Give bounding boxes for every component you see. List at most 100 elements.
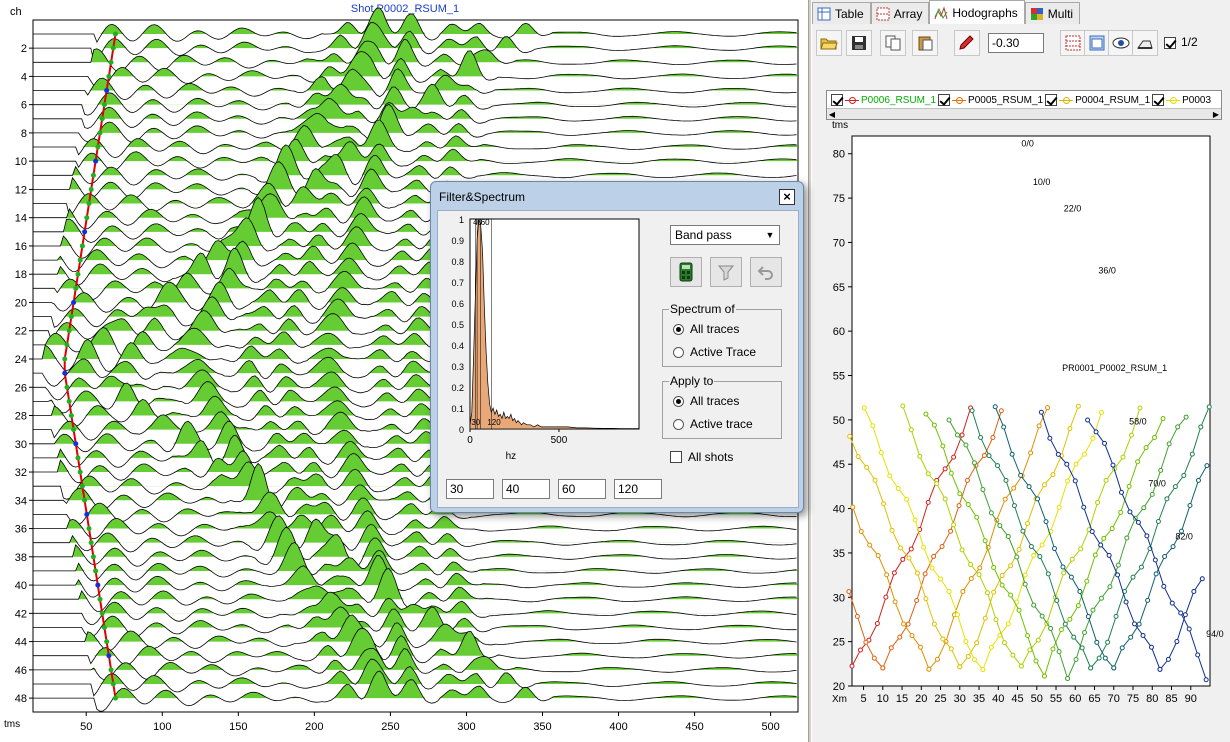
pick-marker — [68, 413, 74, 419]
hodograph-point — [1018, 472, 1024, 478]
scroll-right-icon[interactable]: ▶ — [1211, 110, 1221, 119]
channel-tick-label: 44 — [15, 637, 27, 649]
save-button[interactable] — [846, 30, 872, 56]
legend-checkbox[interactable] — [938, 94, 951, 106]
legend-checkbox[interactable] — [1045, 94, 1058, 106]
legend-checkbox[interactable] — [1152, 94, 1165, 106]
apply-active-trace-radio[interactable]: Active trace — [673, 417, 753, 431]
copy-button[interactable] — [880, 30, 906, 56]
hodograph-point — [1041, 482, 1047, 488]
hodograph-point — [1101, 535, 1107, 541]
channel-tick-label: 36 — [15, 524, 27, 536]
all-shots-checkbox[interactable] — [670, 451, 682, 463]
array-icon — [876, 7, 890, 21]
hodograph-point — [981, 453, 987, 459]
paste-button[interactable] — [912, 30, 938, 56]
hodograph-point — [1062, 621, 1068, 627]
pick-marker — [73, 285, 79, 291]
hodograph-point — [1174, 639, 1180, 645]
hodograph-point — [1088, 665, 1094, 671]
x-tick-label: 70 — [1108, 693, 1120, 705]
grid-button[interactable] — [1060, 30, 1086, 56]
filter-spectrum-dialog[interactable]: Filter&Spectrum × 1 0.9 0.8 0.7 0.6 0.5 0.4 0.3… — [430, 181, 804, 513]
legend-item[interactable]: P0003 — [1152, 94, 1211, 106]
legend-item[interactable]: P0005_RSUM_1 — [938, 94, 1043, 106]
pick-marker — [88, 540, 94, 546]
all-shots-checkbox-row[interactable]: All shots — [670, 450, 733, 464]
hodograph-point — [1118, 509, 1124, 515]
freq-input-2[interactable] — [502, 479, 550, 499]
pick-marker — [64, 342, 70, 348]
cutoff-marker-label: 60 — [481, 218, 490, 227]
hodograph-point — [997, 523, 1003, 529]
hodograph-point — [1043, 519, 1049, 525]
undo-button[interactable] — [750, 257, 782, 287]
tab-table[interactable]: Table — [812, 2, 871, 24]
hodograph-point — [1123, 599, 1129, 605]
legend-item[interactable]: P0006_RSUM_1 — [831, 94, 936, 106]
radio-indicator[interactable] — [673, 346, 684, 358]
calculate-button[interactable] — [670, 257, 702, 287]
spectrum-x-tick-label: 500 — [551, 435, 568, 446]
apply-all-traces-radio[interactable]: All traces — [673, 394, 739, 408]
freq-input-3[interactable] — [558, 479, 606, 499]
tab-array[interactable]: Array — [870, 2, 930, 24]
y-tick-label: 65 — [833, 282, 845, 294]
hodograph-point — [922, 571, 928, 577]
hodograph-point — [908, 427, 914, 433]
legend-item[interactable]: P0004_RSUM_1 — [1045, 94, 1150, 106]
channel-tick-label: 6 — [21, 100, 27, 112]
pick-tool-button[interactable] — [954, 30, 980, 56]
channel-tick-label: 38 — [15, 552, 27, 564]
pick-marker — [112, 695, 118, 701]
legend-checkbox[interactable] — [831, 94, 843, 106]
scroll-left-icon[interactable]: ◀ — [827, 110, 837, 119]
erase-button[interactable] — [1132, 30, 1158, 56]
time-axis-unit: tms — [4, 719, 20, 730]
tab-hodographs[interactable]: Hodographs — [929, 0, 1025, 24]
legend-label: P0005_RSUM_1 — [968, 94, 1044, 106]
freq-input-4[interactable] — [614, 479, 662, 499]
filter-type-select[interactable]: Band pass ▼ — [670, 225, 780, 245]
dialog-title: Filter&Spectrum — [439, 190, 526, 204]
spectrum-frame — [469, 218, 640, 430]
hodograph-point — [1191, 588, 1197, 594]
radio-indicator[interactable] — [673, 323, 684, 335]
hodograph-point — [1143, 445, 1149, 451]
time-tick-label: 250 — [381, 721, 399, 733]
spectrum-y-tick-label: 0.6 — [451, 299, 464, 309]
close-button[interactable]: × — [779, 189, 795, 205]
spectrum-all-traces-radio[interactable]: All traces — [673, 322, 739, 336]
hodograph-point — [1003, 477, 1009, 483]
folder-open-icon — [820, 38, 838, 50]
hodograph-point — [870, 423, 876, 429]
spectrum-active-trace-radio[interactable]: Active Trace — [673, 345, 756, 359]
radio-indicator[interactable] — [673, 395, 684, 407]
hodograph-point — [921, 544, 927, 550]
pick-marker — [93, 158, 99, 164]
apply-filter-button[interactable] — [710, 257, 742, 287]
hodograph-point — [1082, 451, 1088, 457]
half-checkbox[interactable] — [1164, 37, 1176, 49]
hodograph-point — [892, 599, 898, 605]
hodograph-point — [1054, 597, 1060, 603]
hodograph-point — [999, 573, 1005, 579]
hodograph-point — [1018, 663, 1024, 669]
hodograph-point — [925, 471, 931, 477]
hodograph-point — [1078, 546, 1084, 552]
channel-tick-label: 42 — [15, 608, 27, 620]
legend-scrollbar[interactable]: ◀ ▶ — [827, 108, 1221, 119]
radio-indicator[interactable] — [673, 418, 684, 430]
hodograph-chart[interactable]: tms Xm 80 75 70 65 60 55 50 45 40 35 30 25 20 5 10 15 20 25… — [812, 120, 1230, 720]
hodograph-point — [999, 582, 1005, 588]
freq-input-1[interactable] — [446, 479, 494, 499]
pick-marker — [86, 201, 92, 207]
hodograph-point — [1085, 417, 1091, 423]
gain-value-input[interactable] — [988, 33, 1044, 53]
layout-button[interactable] — [1084, 30, 1110, 56]
channel-tick-label: 20 — [15, 297, 27, 309]
view-button[interactable] — [1108, 30, 1134, 56]
pick-marker — [95, 144, 101, 150]
open-button[interactable] — [816, 30, 842, 56]
tab-multi[interactable]: Multi — [1024, 2, 1081, 24]
